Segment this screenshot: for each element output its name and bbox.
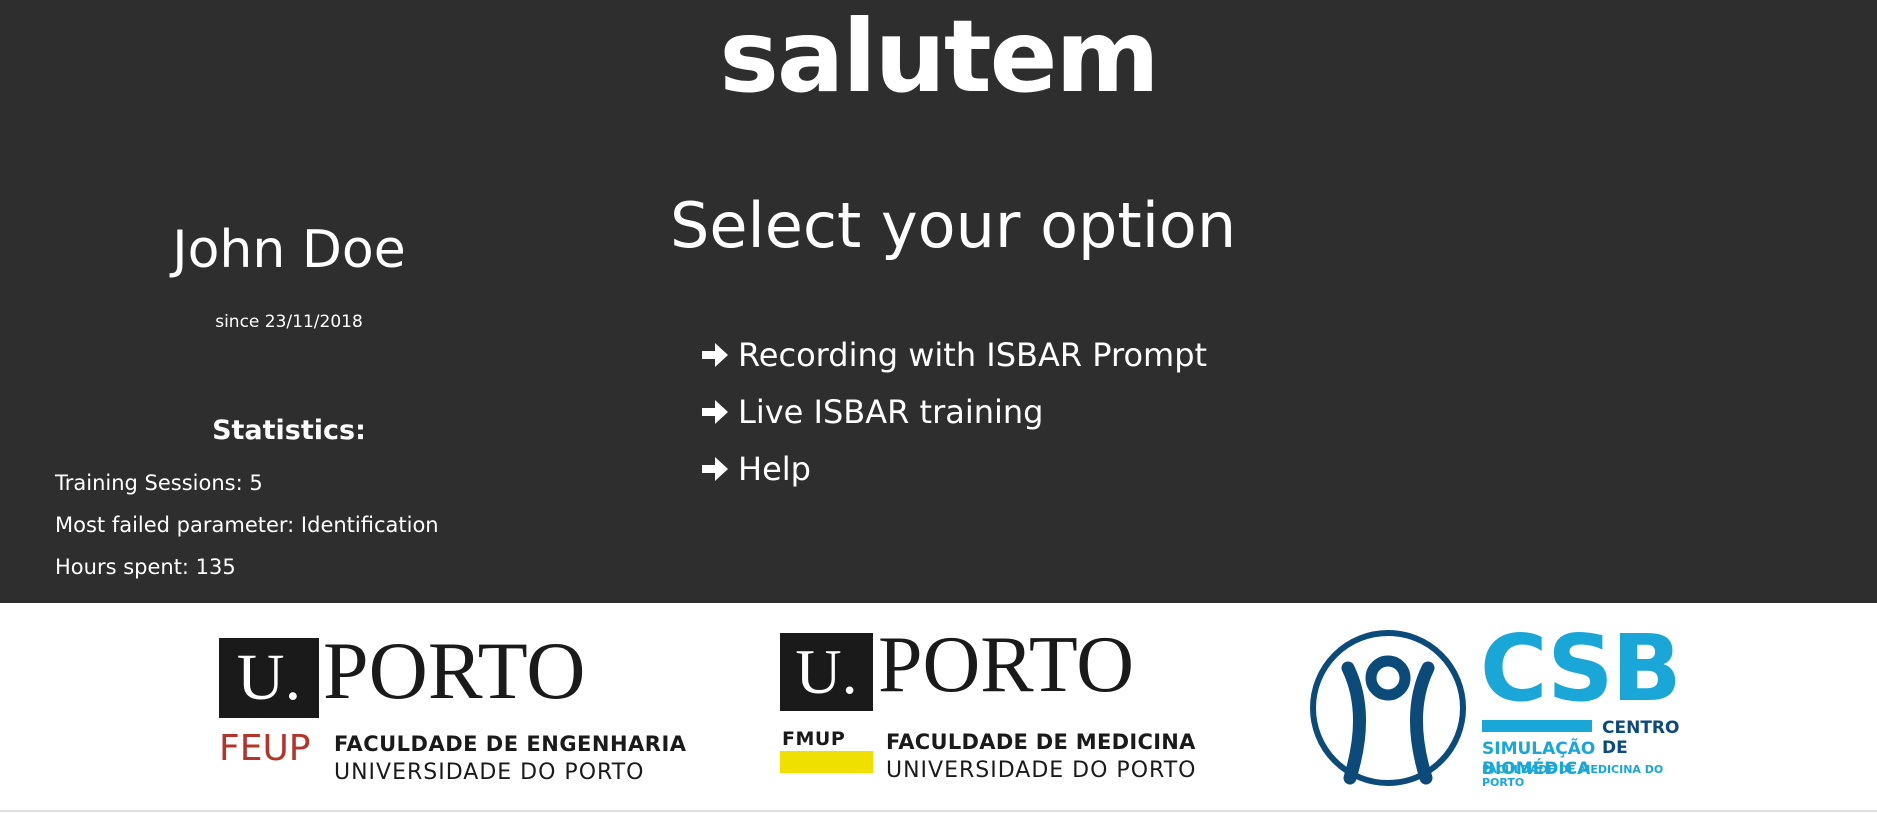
faculty-name: FACULDADE DE MEDICINA [886, 730, 1196, 754]
statistics-heading: Statistics: [212, 415, 366, 446]
fmup-badge-top: FMUP [780, 728, 873, 750]
arrow-right-icon [702, 343, 728, 367]
fmup-yellow-bar [780, 751, 873, 773]
menu-item-recording-isbar-prompt[interactable]: Recording with ISBAR Prompt [700, 336, 1207, 374]
stat-hours-spent: Hours spent: 135 [55, 555, 236, 579]
porto-wordmark: PORTO [878, 621, 1135, 709]
csb-logo: CSB CENTRO DE SIMULAÇÃO BIOMÉDICA FACULD… [1308, 623, 1708, 803]
arrow-right-icon [702, 400, 728, 424]
arrow-right-icon [702, 457, 728, 481]
uporto-mark: U. [780, 633, 873, 711]
menu-heading: Select your option [670, 189, 1237, 262]
csb-underline-bar [1482, 720, 1592, 732]
csb-wordmark: CSB [1480, 615, 1682, 722]
menu-item-label: Live ISBAR training [738, 393, 1044, 431]
fmup-abbreviation: FMUP [782, 728, 846, 750]
csb-figure-emblem [1310, 630, 1466, 786]
fmup-logo: U. PORTO FMUP FACULDADE DE MEDICINA UNIV… [780, 625, 1210, 793]
footer-logos: U. PORTO FEUP FACULDADE DE ENGENHARIA UN… [0, 603, 1877, 812]
university-name: UNIVERSIDADE DO PORTO [886, 758, 1197, 783]
stat-training-sessions: Training Sessions: 5 [55, 471, 263, 495]
feup-abbreviation: FEUP [219, 728, 311, 769]
menu-item-label: Recording with ISBAR Prompt [738, 336, 1208, 374]
menu-item-label: Help [738, 450, 811, 488]
uporto-mark: U. [219, 638, 319, 718]
user-name: John Doe [172, 220, 406, 280]
porto-wordmark: PORTO [323, 625, 586, 716]
menu-item-help[interactable]: Help [700, 450, 811, 488]
feup-logo: U. PORTO FEUP FACULDADE DE ENGENHARIA UN… [219, 630, 729, 788]
menu-item-live-isbar-training[interactable]: Live ISBAR training [700, 393, 1043, 431]
university-name: UNIVERSIDADE DO PORTO [334, 760, 645, 785]
faculty-name: FACULDADE DE ENGENHARIA [334, 732, 687, 756]
main-panel: salutem John Doe since 23/11/2018 Statis… [0, 0, 1877, 603]
member-since: since 23/11/2018 [215, 312, 363, 332]
csb-line-3: FACULDADE DE MEDICINA DO PORTO [1482, 763, 1664, 789]
stat-most-failed-parameter: Most failed parameter: Identification [55, 513, 439, 537]
app-title: salutem [719, 0, 1159, 115]
